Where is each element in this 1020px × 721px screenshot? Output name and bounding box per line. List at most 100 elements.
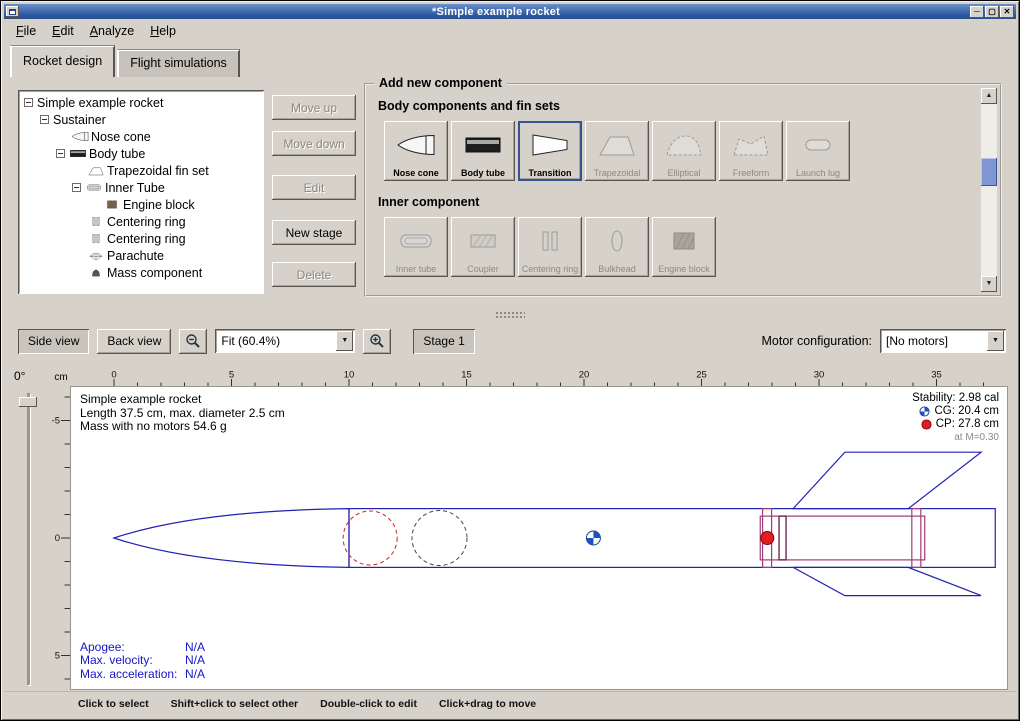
bodytube-icon	[463, 121, 503, 168]
nosecone-icon	[71, 130, 91, 143]
tree-item-label: Engine block	[123, 198, 195, 212]
svg-text:15: 15	[461, 370, 472, 381]
add-trapezoidal-button[interactable]: Trapezoidal	[585, 121, 649, 181]
rotation-slider-thumb[interactable]	[19, 397, 37, 407]
back-view-button[interactable]: Back view	[97, 329, 171, 354]
move-down-button[interactable]: Move down	[272, 131, 356, 156]
view-toolbar: Side view Back view Fit (60.4%) ▼ Stage …	[4, 321, 1016, 361]
centeringring-icon	[530, 217, 570, 264]
menu-edit[interactable]: Edit	[44, 21, 82, 41]
add-launch-lug-button[interactable]: Launch lug	[786, 121, 850, 181]
menu-file[interactable]: File	[8, 21, 44, 41]
side-view-button[interactable]: Side view	[18, 329, 89, 354]
stage-1-toggle[interactable]: Stage 1	[413, 329, 474, 354]
cg-icon	[919, 406, 930, 417]
status-hint: Click+drag to move	[439, 698, 536, 710]
cp-value: CP: 27.8 cm	[936, 418, 999, 431]
rocket-canvas[interactable]: Simple example rocket Length 37.5 cm, ma…	[71, 387, 1007, 689]
add-coupler-button[interactable]: Coupler	[451, 217, 515, 277]
flight-stats: Apogee:N/A Max. velocity:N/A Max. accele…	[80, 641, 205, 682]
palette-button-label: Bulkhead	[598, 264, 636, 274]
menu-help[interactable]: Help	[142, 21, 184, 41]
add-transition-button[interactable]: Transition	[518, 121, 582, 181]
add-elliptical-button[interactable]: Elliptical	[652, 121, 716, 181]
tree-item-sustainer[interactable]: Sustainer	[22, 111, 262, 128]
tree-item-label: Centering ring	[107, 215, 186, 229]
engineblock-icon	[103, 198, 123, 211]
stability-value: Stability: 2.98 cal	[912, 392, 999, 405]
palette-button-label: Body tube	[461, 168, 505, 178]
rotation-slider[interactable]	[27, 393, 30, 685]
menu-bar: FileEditAnalyzeHelp	[4, 20, 1016, 42]
tree-item-centering-ring[interactable]: Centering ring	[22, 230, 262, 247]
chevron-down-icon[interactable]: ▼	[336, 331, 353, 351]
scroll-down-icon[interactable]: ▼	[981, 276, 997, 292]
collapse-icon[interactable]	[72, 183, 81, 192]
tree-item-nose-cone[interactable]: Nose cone	[22, 128, 262, 145]
close-button[interactable]: ✕	[1000, 6, 1014, 18]
scroll-up-icon[interactable]: ▲	[981, 88, 997, 104]
delete-button[interactable]: Delete	[272, 262, 356, 287]
menu-analyze[interactable]: Analyze	[82, 21, 142, 41]
tab-rocket-design[interactable]: Rocket design	[10, 45, 115, 77]
window-controls: ─ ▢ ✕	[970, 6, 1014, 18]
add-bulkhead-button[interactable]: Bulkhead	[585, 217, 649, 277]
tree-item-label: Body tube	[89, 147, 145, 161]
window-icon[interactable]	[6, 6, 19, 17]
motor-configuration-select[interactable]: [No motors] ▼	[880, 329, 1006, 353]
tab-flight-simulations[interactable]: Flight simulations	[117, 49, 240, 77]
svg-text:5: 5	[55, 651, 60, 662]
add-engine-block-button[interactable]: Engine block	[652, 217, 716, 277]
parachute-icon	[87, 249, 107, 262]
component-actions: Move up Move down Edit New stage Delete	[272, 77, 356, 307]
palette-button-label: Engine block	[658, 264, 710, 274]
zoom-out-icon	[185, 333, 201, 349]
add-nose-cone-button[interactable]: Nose cone	[384, 121, 448, 181]
tree-item-inner-tube[interactable]: Inner Tube	[22, 179, 262, 196]
rocket-name: Simple example rocket	[80, 393, 285, 407]
tree-item-simple-example-rocket[interactable]: Simple example rocket	[22, 94, 262, 111]
rocket-length: Length 37.5 cm, max. diameter 2.5 cm	[80, 407, 285, 421]
zoom-select[interactable]: Fit (60.4%) ▼	[215, 329, 355, 353]
maximize-button[interactable]: ▢	[985, 6, 999, 18]
edit-button[interactable]: Edit	[272, 175, 356, 200]
add-freeform-button[interactable]: Freeform	[719, 121, 783, 181]
add-body-tube-button[interactable]: Body tube	[451, 121, 515, 181]
chevron-down-icon[interactable]: ▼	[987, 331, 1004, 351]
rocket-mass: Mass with no motors 54.6 g	[80, 420, 285, 434]
minimize-button[interactable]: ─	[970, 6, 984, 18]
tree-item-centering-ring[interactable]: Centering ring	[22, 213, 262, 230]
move-up-button[interactable]: Move up	[272, 95, 356, 120]
add-inner-tube-button[interactable]: Inner tube	[384, 217, 448, 277]
title-bar[interactable]: *Simple example rocket ─ ▢ ✕	[4, 4, 1016, 19]
tree-item-engine-block[interactable]: Engine block	[22, 196, 262, 213]
tree-item-trapezoidal-fin-set[interactable]: Trapezoidal fin set	[22, 162, 262, 179]
tree-item-body-tube[interactable]: Body tube	[22, 145, 262, 162]
collapse-icon[interactable]	[24, 98, 33, 107]
zoom-in-button[interactable]	[363, 329, 391, 354]
cg-value: CG: 20.4 cm	[934, 405, 999, 418]
tree-item-label: Trapezoidal fin set	[107, 164, 209, 178]
scrollbar-thumb[interactable]	[981, 158, 997, 186]
component-tree[interactable]: Simple example rocketSustainerNose cone B…	[18, 90, 264, 294]
palette-button-label: Coupler	[467, 264, 499, 274]
palette-section-label: Inner component	[378, 195, 1000, 209]
panel-splitter[interactable]	[4, 307, 1016, 321]
palette-scrollbar[interactable]: ▲ ▼	[981, 88, 997, 292]
tree-item-label: Parachute	[107, 249, 164, 263]
ruler-unit: cm	[50, 369, 72, 387]
centeringring-icon	[87, 215, 107, 228]
add-centering-ring-button[interactable]: Centering ring	[518, 217, 582, 277]
zoom-out-button[interactable]	[179, 329, 207, 354]
engineblock-icon	[664, 217, 704, 264]
tree-item-parachute[interactable]: Parachute	[22, 247, 262, 264]
collapse-icon[interactable]	[56, 149, 65, 158]
status-bar: Click to selectShift+click to select oth…	[4, 691, 1016, 715]
tab-bar: Rocket design Flight simulations	[4, 43, 1016, 77]
collapse-icon[interactable]	[40, 115, 49, 124]
palette-button-label: Launch lug	[796, 168, 840, 178]
new-stage-button[interactable]: New stage	[272, 220, 356, 245]
design-panel: Simple example rocketSustainerNose coneB…	[4, 77, 1016, 307]
status-hint: Shift+click to select other	[171, 698, 299, 710]
tree-item-mass-component[interactable]: Mass component	[22, 264, 262, 281]
